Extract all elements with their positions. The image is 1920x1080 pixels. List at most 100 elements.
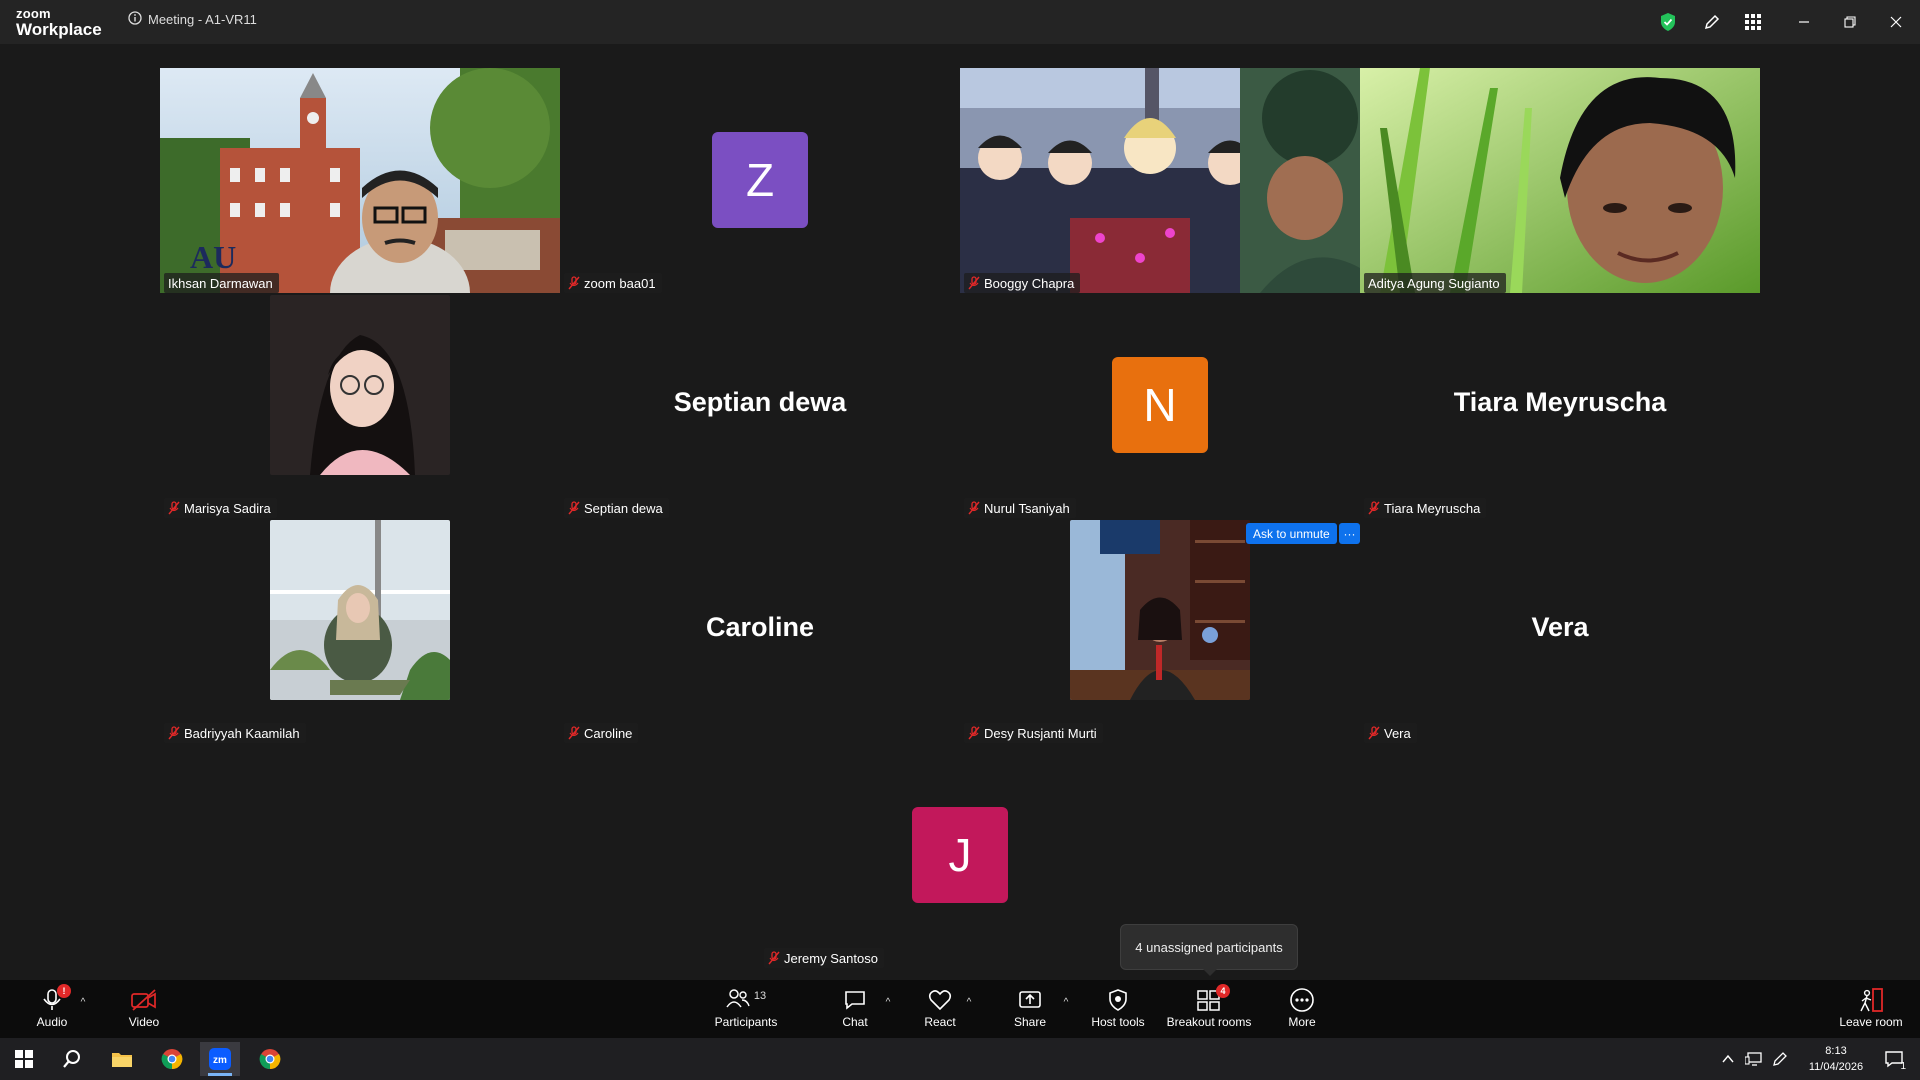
participant-avatar: N (1112, 357, 1208, 453)
participant-tile-active-speaker[interactable]: Aditya Agung Sugianto (1360, 68, 1760, 293)
share-screen-icon (1018, 986, 1042, 1014)
participants-icon (726, 988, 750, 1013)
video-label: Video (128, 1015, 160, 1029)
network-button[interactable] (1742, 1042, 1766, 1076)
muted-mic-icon (168, 726, 180, 740)
participant-name: Badriyyah Kaamilah (184, 725, 300, 741)
muted-mic-icon (168, 501, 180, 515)
participant-tile[interactable]: Badriyyah Kaamilah (160, 518, 560, 743)
leave-room-button[interactable]: Leave room (1836, 986, 1906, 1034)
search-button[interactable] (52, 1042, 92, 1076)
host-tools-label: Host tools (1091, 1015, 1145, 1029)
ask-to-unmute-button[interactable]: Ask to unmute (1246, 523, 1337, 544)
participant-name: Marisya Sadira (184, 500, 271, 516)
tile-more-options-button[interactable]: ··· (1339, 523, 1360, 544)
participant-name: Nurul Tsaniyah (984, 500, 1070, 516)
participants-count: 13 (753, 990, 767, 1002)
participant-tile[interactable]: Marisya Sadira (160, 293, 560, 518)
participant-profile-photo (270, 520, 450, 700)
participant-tile[interactable]: Vera Vera (1360, 518, 1760, 743)
participant-tile[interactable]: N Nurul Tsaniyah (960, 293, 1360, 518)
encryption-shield-icon[interactable] (1656, 10, 1680, 34)
participant-name: Septian dewa (584, 500, 663, 516)
participant-name: Desy Rusjanti Murti (984, 725, 1097, 741)
participant-name-tag: Desy Rusjanti Murti (964, 723, 1103, 743)
zoom-app-icon: zm (209, 1048, 231, 1070)
more-button[interactable]: More (1280, 986, 1324, 1034)
notifications-button[interactable]: 1 (1876, 1042, 1912, 1076)
participant-name: Jeremy Santoso (784, 950, 878, 966)
start-button[interactable] (4, 1042, 44, 1076)
restore-button[interactable] (1836, 10, 1864, 34)
share-options-caret-icon[interactable]: ^ (1060, 996, 1072, 1008)
host-tools-button[interactable]: Host tools (1088, 986, 1148, 1034)
network-monitor-icon (1745, 1052, 1762, 1066)
muted-mic-icon (568, 726, 580, 740)
leave-door-icon (1857, 986, 1885, 1014)
participant-avatar: Z (712, 132, 808, 228)
participant-tile[interactable]: AU Ikhsan Darmawan (160, 68, 560, 293)
muted-mic-icon (968, 276, 980, 290)
participant-video-ihsan: AU (160, 68, 560, 293)
file-explorer-button[interactable] (102, 1042, 142, 1076)
participant-name: Caroline (584, 725, 633, 741)
participant-profile-photo (270, 295, 450, 475)
participant-tile[interactable]: Booggy Chapra (960, 68, 1360, 293)
participant-video-booggy (960, 68, 1360, 293)
video-off-icon (130, 986, 158, 1014)
muted-mic-icon (968, 726, 980, 740)
participant-name-tag: Badriyyah Kaamilah (164, 723, 306, 743)
participant-name-tag: Booggy Chapra (964, 273, 1081, 293)
close-button[interactable] (1882, 10, 1910, 34)
chrome-profile-button[interactable] (250, 1042, 290, 1076)
participant-name-tag: Jeremy Santoso (764, 948, 884, 968)
logo-zoom: zoom (16, 6, 51, 21)
zoom-taskbar-button[interactable]: zm (200, 1042, 240, 1076)
zoom-logo: zoom Workplace (16, 7, 102, 38)
leave-room-label: Leave room (1839, 1015, 1903, 1029)
show-hidden-icons-button[interactable] (1718, 1042, 1738, 1076)
react-options-caret-icon[interactable]: ^ (963, 996, 975, 1008)
participant-display-name: Caroline (705, 612, 815, 642)
chrome-icon (259, 1049, 281, 1070)
pen-icon (1773, 1052, 1787, 1066)
participant-name-tag: Ikhsan Darmawan (164, 273, 279, 293)
apps-grid-icon[interactable] (1741, 10, 1765, 34)
participant-tile[interactable]: Septian dewa Septian dewa (560, 293, 960, 518)
chat-button[interactable]: Chat (835, 986, 875, 1034)
chrome-button[interactable] (152, 1042, 192, 1076)
gallery-view: AU Ikhsan Darmawan Z zoom baa01 Booggy C… (0, 44, 1920, 980)
participant-name: zoom baa01 (584, 275, 656, 291)
meeting-info[interactable]: Meeting - A1-VR11 (128, 11, 257, 28)
more-label: More (1288, 1015, 1316, 1029)
taskbar-clock[interactable]: 8:13 11/04/2026 (1796, 1043, 1876, 1075)
chat-options-caret-icon[interactable]: ^ (882, 996, 894, 1008)
folder-icon (112, 1053, 132, 1067)
participant-tile[interactable]: J Jeremy Santoso (760, 743, 1160, 968)
audio-options-caret-icon[interactable]: ^ (77, 996, 89, 1008)
annotate-pen-icon[interactable] (1700, 10, 1724, 34)
audio-label: Audio (36, 1015, 68, 1029)
muted-mic-icon (1368, 501, 1380, 515)
minimize-button[interactable] (1790, 10, 1818, 34)
muted-mic-icon (768, 951, 780, 965)
info-icon[interactable] (128, 11, 142, 28)
participants-button[interactable]: 13 Participants (708, 986, 784, 1034)
participant-tile[interactable]: Desy Rusjanti Murti (960, 518, 1360, 743)
zoom-window: zoom Workplace Meeting - A1-VR11 AU Ikhs… (0, 0, 1920, 1080)
participant-tile[interactable]: Tiara Meyruscha Tiara Meyruscha (1360, 293, 1760, 518)
participant-tile[interactable]: Caroline Caroline (560, 518, 960, 743)
participant-video-aditya (1360, 68, 1760, 293)
heart-icon (928, 986, 952, 1014)
pen-menu-button[interactable] (1768, 1042, 1792, 1076)
video-button[interactable]: Video (122, 986, 166, 1034)
breakout-rooms-button[interactable]: 4 Breakout rooms (1164, 984, 1254, 1034)
react-button[interactable]: React (918, 986, 962, 1034)
participant-name: Booggy Chapra (984, 275, 1075, 291)
audio-button[interactable]: ! Audio (30, 984, 74, 1034)
muted-mic-icon (568, 501, 580, 515)
share-button[interactable]: Share (1008, 986, 1052, 1034)
restore-icon (1844, 16, 1856, 28)
participant-name-tag: Caroline (564, 723, 639, 743)
participant-tile[interactable]: Z zoom baa01 (560, 68, 960, 293)
